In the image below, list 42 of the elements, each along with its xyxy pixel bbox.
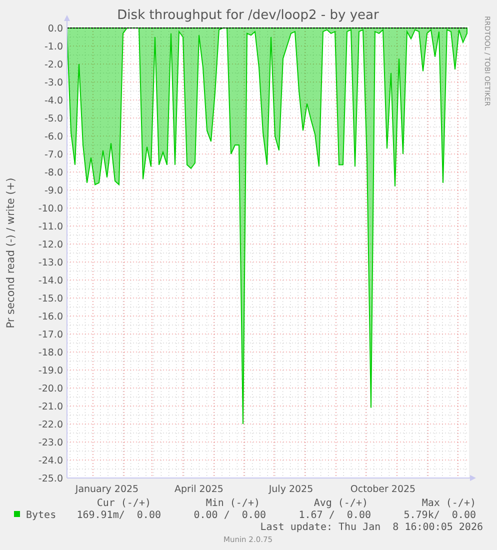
y-tick-label: -22.0 xyxy=(38,420,63,430)
y-tick-label: -25.0 xyxy=(38,474,63,484)
x-tick-label: July 2025 xyxy=(268,484,314,495)
y-tick-label: -18.0 xyxy=(38,348,63,358)
y-tick-label: -7.0 xyxy=(44,150,63,160)
legend-value: 5.79k/ 0.00 xyxy=(404,510,476,521)
y-tick-label: -11.0 xyxy=(38,222,63,232)
y-tick-label: -4.0 xyxy=(44,96,63,106)
y-tick-label: -3.0 xyxy=(44,78,63,88)
chart-title: Disk throughput for /dev/loop2 - by year xyxy=(117,8,379,23)
y-tick-label: -19.0 xyxy=(38,366,63,376)
y-tick-label: -16.0 xyxy=(38,312,63,322)
y-tick-label: -17.0 xyxy=(38,330,63,340)
legend-value: 1.67 / 0.00 xyxy=(298,510,371,521)
y-tick-label: -14.0 xyxy=(38,276,63,286)
legend-column-header: Cur (-/+) xyxy=(96,498,151,509)
y-tick-label: -23.0 xyxy=(38,438,63,448)
legend-column-header: Avg (-/+) xyxy=(314,498,368,509)
y-tick-label: -24.0 xyxy=(38,456,63,466)
x-tick-label: January 2025 xyxy=(75,484,139,495)
y-tick-label: -8.0 xyxy=(44,168,63,178)
y-tick-label: -15.0 xyxy=(38,294,63,304)
x-tick-label: April 2025 xyxy=(174,484,224,495)
legend-series-name: Bytes xyxy=(26,510,56,521)
y-tick-label: 0.0 xyxy=(48,24,63,34)
last-update-text: Last update: Thu Jan 8 16:00:05 2026 xyxy=(260,522,483,533)
y-tick-label: -5.0 xyxy=(44,114,63,124)
y-tick-label: -21.0 xyxy=(38,402,63,412)
y-tick-label: -2.0 xyxy=(44,60,63,70)
y-tick-label: -6.0 xyxy=(44,132,63,142)
y-tick-label: -20.0 xyxy=(38,384,63,394)
legend-value: 169.91m/ 0.00 xyxy=(76,510,161,521)
legend-column-header: Min (-/+) xyxy=(206,498,260,509)
y-tick-label: -1.0 xyxy=(44,42,63,52)
y-tick-label: -9.0 xyxy=(44,186,63,196)
legend-column-header: Max (-/+) xyxy=(422,498,476,509)
x-tick-label: October 2025 xyxy=(350,484,416,495)
y-tick-label: -10.0 xyxy=(38,204,63,214)
y-axis-label: Pr second read (-) / write (+) xyxy=(5,178,17,328)
legend-value: 0.00 / 0.00 xyxy=(194,510,266,521)
y-tick-label: -13.0 xyxy=(38,258,63,268)
y-tick-label: -12.0 xyxy=(38,240,63,250)
